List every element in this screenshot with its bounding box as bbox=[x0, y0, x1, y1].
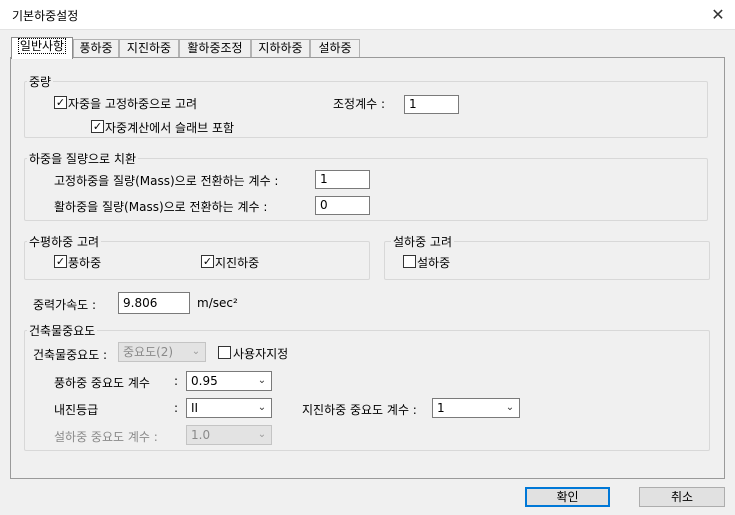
lateral-load-group-title: 수평하중 고려 bbox=[27, 233, 102, 250]
wind-importance-select[interactable]: 0.95 ⌄ bbox=[186, 371, 272, 391]
building-importance-group-title: 건축물중요도 bbox=[27, 322, 98, 339]
dead-to-mass-input[interactable]: 1 bbox=[315, 170, 370, 189]
wind-load-checkbox[interactable]: ✓ bbox=[54, 255, 67, 268]
dead-to-mass-label: 고정하중을 질량(Mass)으로 전환하는 계수 : bbox=[54, 174, 279, 188]
wind-importance-value: 0.95 bbox=[191, 374, 218, 388]
gravity-unit: m/sec² bbox=[197, 296, 238, 310]
gravity-input[interactable]: 9.806 bbox=[118, 292, 190, 314]
live-to-mass-input[interactable]: 0 bbox=[315, 196, 370, 215]
tab-snow[interactable]: 설하중 bbox=[310, 39, 360, 58]
chevron-down-icon: ⌄ bbox=[191, 346, 201, 357]
check-icon: ✓ bbox=[55, 255, 66, 268]
tab-general-label: 일반사항 bbox=[17, 38, 67, 54]
seismic-load-label: 지진하중 bbox=[215, 256, 260, 270]
building-importance-label: 건축물중요도 : bbox=[33, 348, 108, 362]
snow-importance-select: 1.0 ⌄ bbox=[186, 425, 272, 445]
close-icon[interactable]: ✕ bbox=[705, 4, 731, 26]
live-to-mass-label: 활하중을 질량(Mass)으로 전환하는 계수 : bbox=[54, 200, 268, 214]
seismic-importance-select[interactable]: 1 ⌄ bbox=[432, 398, 520, 418]
tab-seismic[interactable]: 지진하중 bbox=[119, 39, 179, 58]
building-importance-select: 중요도(2) ⌄ bbox=[118, 342, 206, 362]
seismic-importance-value: 1 bbox=[437, 401, 445, 415]
check-icon: ✓ bbox=[202, 255, 213, 268]
chevron-down-icon: ⌄ bbox=[257, 375, 267, 386]
seismic-grade-select[interactable]: II ⌄ bbox=[186, 398, 272, 418]
snow-importance-label: 설하중 중요도 계수 : bbox=[54, 430, 158, 444]
snow-importance-value: 1.0 bbox=[191, 428, 211, 442]
seismic-grade-value: II bbox=[191, 401, 199, 415]
include-slab-checkbox[interactable]: ✓ bbox=[91, 120, 104, 133]
tab-live-load-adjust[interactable]: 활하중조정 bbox=[179, 39, 251, 58]
seismic-load-checkbox[interactable]: ✓ bbox=[201, 255, 214, 268]
chevron-down-icon: ⌄ bbox=[257, 429, 267, 440]
include-slab-label: 자중계산에서 슬래브 포함 bbox=[105, 121, 235, 135]
snow-load-label: 설하중 bbox=[417, 256, 451, 270]
seismic-grade-colon: : bbox=[174, 401, 179, 415]
tab-general[interactable]: 일반사항 bbox=[11, 37, 73, 59]
tab-wind[interactable]: 풍하중 bbox=[73, 39, 119, 58]
mass-conversion-group-title: 하중을 질량으로 치환 bbox=[27, 150, 138, 167]
self-weight-group-title: 중량 bbox=[27, 73, 54, 90]
building-importance-value: 중요도(2) bbox=[123, 345, 174, 359]
gravity-label: 중력가속도 : bbox=[33, 298, 97, 312]
cancel-button[interactable]: 취소 bbox=[639, 487, 725, 507]
chevron-down-icon: ⌄ bbox=[257, 402, 267, 413]
ok-button[interactable]: 확인 bbox=[525, 487, 610, 507]
title-bar: 기본하중설정 ✕ bbox=[0, 0, 735, 30]
user-defined-checkbox[interactable] bbox=[218, 346, 231, 359]
chevron-down-icon: ⌄ bbox=[505, 402, 515, 413]
tab-underground[interactable]: 지하하중 bbox=[251, 39, 310, 58]
adjust-factor-input[interactable]: 1 bbox=[404, 95, 459, 114]
adjust-factor-label: 조정계수 : bbox=[333, 97, 386, 111]
seismic-grade-label: 내진등급 bbox=[54, 403, 99, 417]
seismic-importance-label: 지진하중 중요도 계수 : bbox=[302, 403, 417, 417]
wind-importance-label: 풍하중 중요도 계수 bbox=[54, 376, 150, 390]
window-title: 기본하중설정 bbox=[12, 9, 79, 23]
consider-dead-load-label: 자중을 고정하중으로 고려 bbox=[68, 97, 198, 111]
check-icon: ✓ bbox=[55, 96, 66, 109]
user-defined-label: 사용자지정 bbox=[233, 347, 289, 361]
snow-load-checkbox[interactable] bbox=[403, 255, 416, 268]
wind-load-label: 풍하중 bbox=[68, 256, 102, 270]
wind-importance-colon: : bbox=[174, 374, 179, 388]
check-icon: ✓ bbox=[92, 120, 103, 133]
consider-dead-load-checkbox[interactable]: ✓ bbox=[54, 96, 67, 109]
snow-load-group-title: 설하중 고려 bbox=[391, 233, 455, 250]
